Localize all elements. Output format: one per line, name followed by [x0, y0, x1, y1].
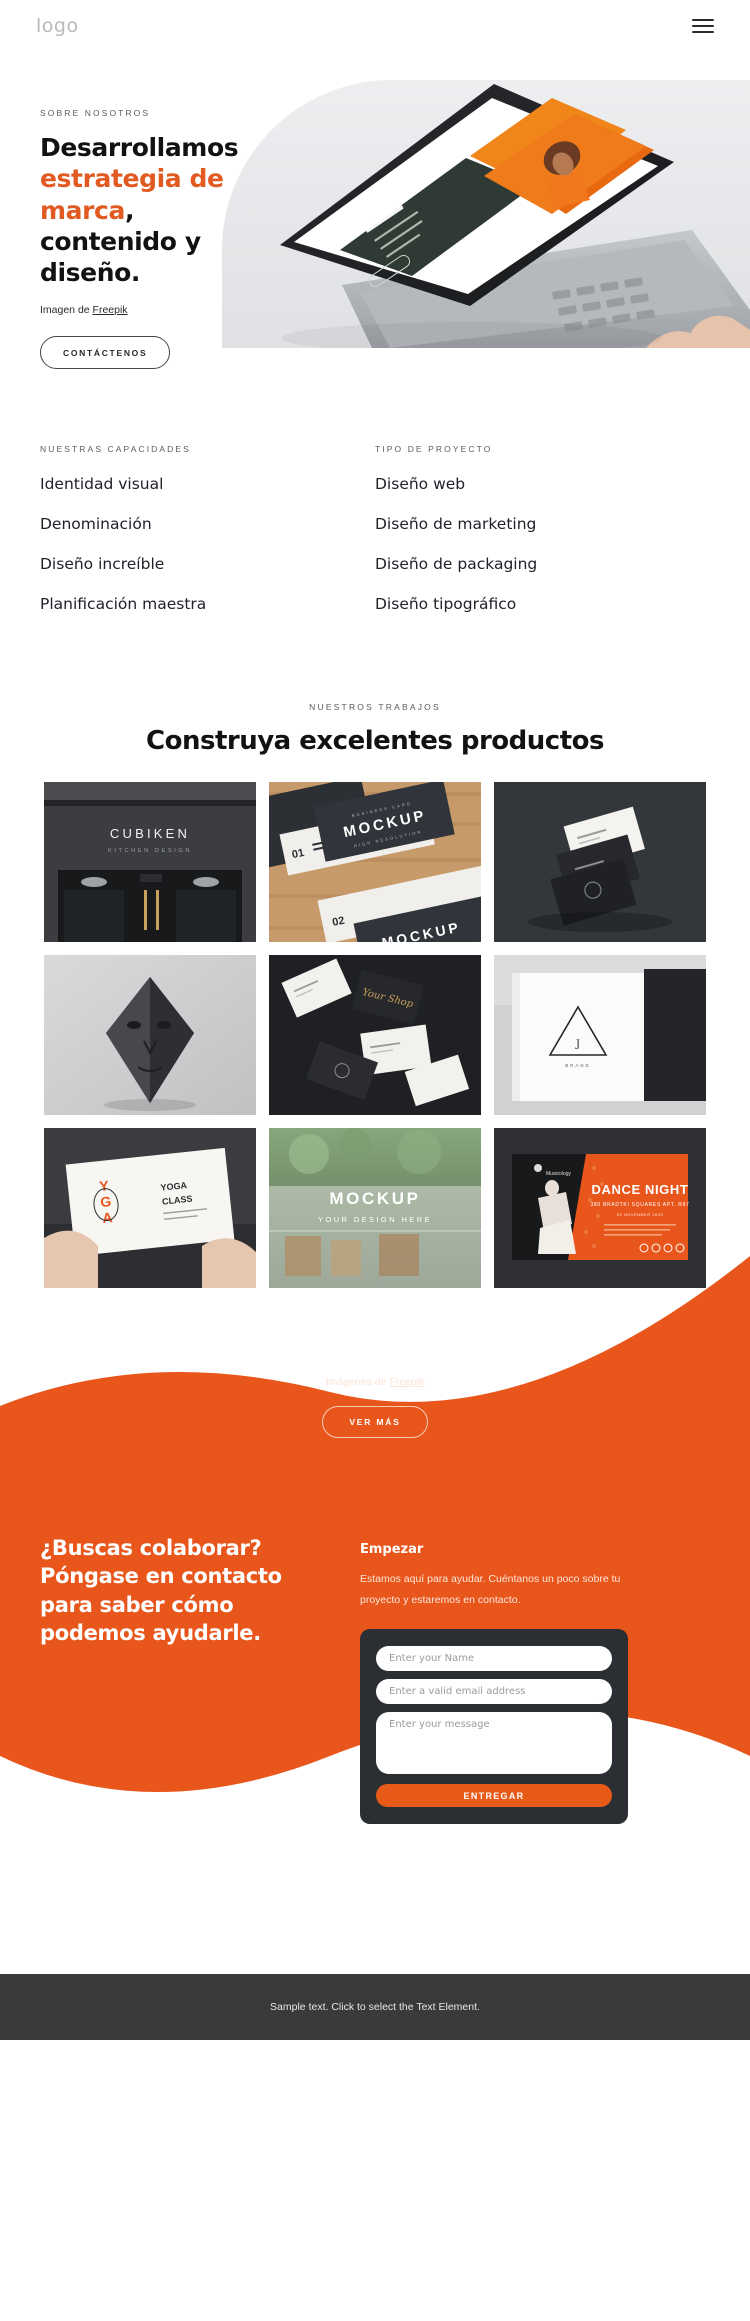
capabilities-right-list: Diseño web Diseño de marketing Diseño de… — [375, 464, 710, 624]
capabilities-section: NUESTRAS CAPACIDADES Identidad visual De… — [0, 356, 750, 624]
contact-form: ENTREGAR — [360, 1629, 628, 1824]
see-more-button[interactable]: VER MÁS — [322, 1406, 428, 1438]
cta-left: ¿Buscas colaborar? Póngase en contacto p… — [40, 1534, 340, 1824]
cta-section: ¿Buscas colaborar? Póngase en contacto p… — [0, 1498, 750, 1824]
list-item[interactable]: Diseño web — [375, 464, 710, 504]
logo[interactable]: logo — [36, 15, 79, 37]
cta-heading: ¿Buscas colaborar? Póngase en contacto p… — [40, 1536, 282, 1646]
capabilities-left-eyebrow: NUESTRAS CAPACIDADES — [40, 444, 191, 454]
gallery-tile-yoga-class-box[interactable]: Y G A YOGA CLASS — [44, 1128, 256, 1288]
list-item[interactable]: Planificación maestra — [40, 584, 375, 624]
svg-text:KITCHEN DESIGN: KITCHEN DESIGN — [108, 848, 192, 854]
capabilities-column-right: TIPO DE PROYECTO Diseño web Diseño de ma… — [375, 444, 710, 624]
works-title: Construya excelentes productos — [146, 726, 604, 756]
svg-text:J: J — [575, 1039, 580, 1050]
gallery-tile-cubiken-storefront[interactable]: CUBIKEN KITCHEN DESIGN — [44, 782, 256, 942]
hero-eyebrow: SOBRE NOSOTROS — [40, 108, 151, 118]
orange-band: Imágenes de Freepik VER MÁS ¿Buscas cola… — [0, 1196, 750, 1974]
svg-text:BRAND: BRAND — [565, 1063, 590, 1068]
footer-text: Sample text. Click to select the Text El… — [270, 2001, 480, 2013]
works-eyebrow: NUESTROS TRABAJOS — [309, 702, 441, 712]
list-item[interactable]: Diseño de marketing — [375, 504, 710, 544]
svg-text:02: 02 — [331, 915, 345, 929]
gallery-tile-business-card-mockup-wood[interactable]: 01 MOCKUP BUSINESS CARD HIGH RESOLUTION … — [269, 782, 481, 942]
name-input[interactable] — [376, 1646, 612, 1671]
hero-image-credit: Imagen de Freepik — [40, 304, 255, 316]
list-item[interactable]: Diseño tipográfico — [375, 584, 710, 624]
hero-text-block: SOBRE NOSOTROS Desarrollamos estrategia … — [40, 108, 255, 370]
page-root: logo SOBRE NOSOTROS Desarrollamos estrat… — [0, 0, 750, 2040]
email-input[interactable] — [376, 1679, 612, 1704]
hero-section: SOBRE NOSOTROS Desarrollamos estrategia … — [0, 56, 750, 370]
hero-title-line1: Desarrollamos — [40, 133, 239, 162]
cta-right: Empezar Estamos aquí para ayudar. Cuénta… — [360, 1534, 628, 1824]
cta-body-text: Estamos aquí para ayudar. Cuéntanos un p… — [360, 1573, 621, 1606]
list-item[interactable]: Diseño increíble — [40, 544, 375, 584]
svg-text:380 BRADTKI SQUARES APT. R97: 380 BRADTKI SQUARES APT. R97 — [590, 1202, 689, 1208]
capabilities-right-eyebrow: TIPO DE PROYECTO — [375, 444, 493, 454]
site-footer: Sample text. Click to select the Text El… — [0, 1974, 750, 2040]
svg-text:YOUR DESIGN HERE: YOUR DESIGN HERE — [318, 1215, 432, 1224]
svg-text:CUBIKEN: CUBIKEN — [110, 826, 190, 841]
gallery-tile-dance-night-poster[interactable]: DANCE NIGHT 380 BRADTKI SQUARES APT. R97… — [494, 1128, 706, 1288]
orange-band-content: Imágenes de Freepik VER MÁS ¿Buscas cola… — [0, 1288, 750, 1974]
list-item[interactable]: Diseño de packaging — [375, 544, 710, 584]
hero-laptop-image — [222, 80, 750, 348]
capabilities-column-left: NUESTRAS CAPACIDADES Identidad visual De… — [40, 444, 375, 624]
svg-text:Musicology: Musicology — [546, 1171, 572, 1177]
gallery-credit-link[interactable]: Freepik — [389, 1376, 424, 1388]
hero-credit-prefix: Imagen de — [40, 304, 93, 317]
gallery-tile-scattered-cards-dark[interactable]: Your Shop — [269, 955, 481, 1115]
message-input[interactable] — [376, 1712, 612, 1774]
see-more-wrap: VER MÁS — [0, 1388, 750, 1498]
hero-credit-link[interactable]: Freepik — [93, 304, 128, 316]
gallery-tile-storefront-mockup-banner[interactable]: MOCKUP YOUR DESIGN HERE — [269, 1128, 481, 1288]
cta-subheading: Empezar — [360, 1542, 424, 1557]
svg-text:MOCKUP: MOCKUP — [329, 1189, 420, 1208]
works-heading-block: NUESTROS TRABAJOS Construya excelentes p… — [0, 624, 750, 756]
list-item[interactable]: Identidad visual — [40, 464, 375, 504]
contact-us-button[interactable]: CONTÁCTENOS — [40, 336, 171, 370]
hamburger-menu-icon[interactable] — [692, 15, 714, 37]
site-header: logo — [0, 0, 750, 52]
hero-title: Desarrollamos estrategia de marca, conte… — [40, 132, 255, 288]
svg-text:03 NOVEMBER 2020: 03 NOVEMBER 2020 — [617, 1212, 664, 1217]
gallery-tile-grey-face-sculpture[interactable] — [44, 955, 256, 1115]
works-gallery: CUBIKEN KITCHEN DESIGN 01 MOCKUP BUSINES… — [0, 756, 750, 1288]
gallery-tile-triangle-folder-white[interactable]: J BRAND — [494, 955, 706, 1115]
gallery-credit-prefix: Imágenes de — [325, 1376, 390, 1388]
svg-text:A: A — [102, 1209, 114, 1226]
svg-text:G: G — [99, 1193, 112, 1210]
list-item[interactable]: Denominación — [40, 504, 375, 544]
svg-text:01: 01 — [291, 847, 305, 861]
submit-button[interactable]: ENTREGAR — [376, 1784, 612, 1807]
svg-text:DANCE NIGHT: DANCE NIGHT — [592, 1182, 689, 1197]
capabilities-left-list: Identidad visual Denominación Diseño inc… — [40, 464, 375, 624]
gallery-image-credit: Imágenes de Freepik — [0, 1288, 750, 1388]
gallery-tile-dark-business-cards[interactable] — [494, 782, 706, 942]
